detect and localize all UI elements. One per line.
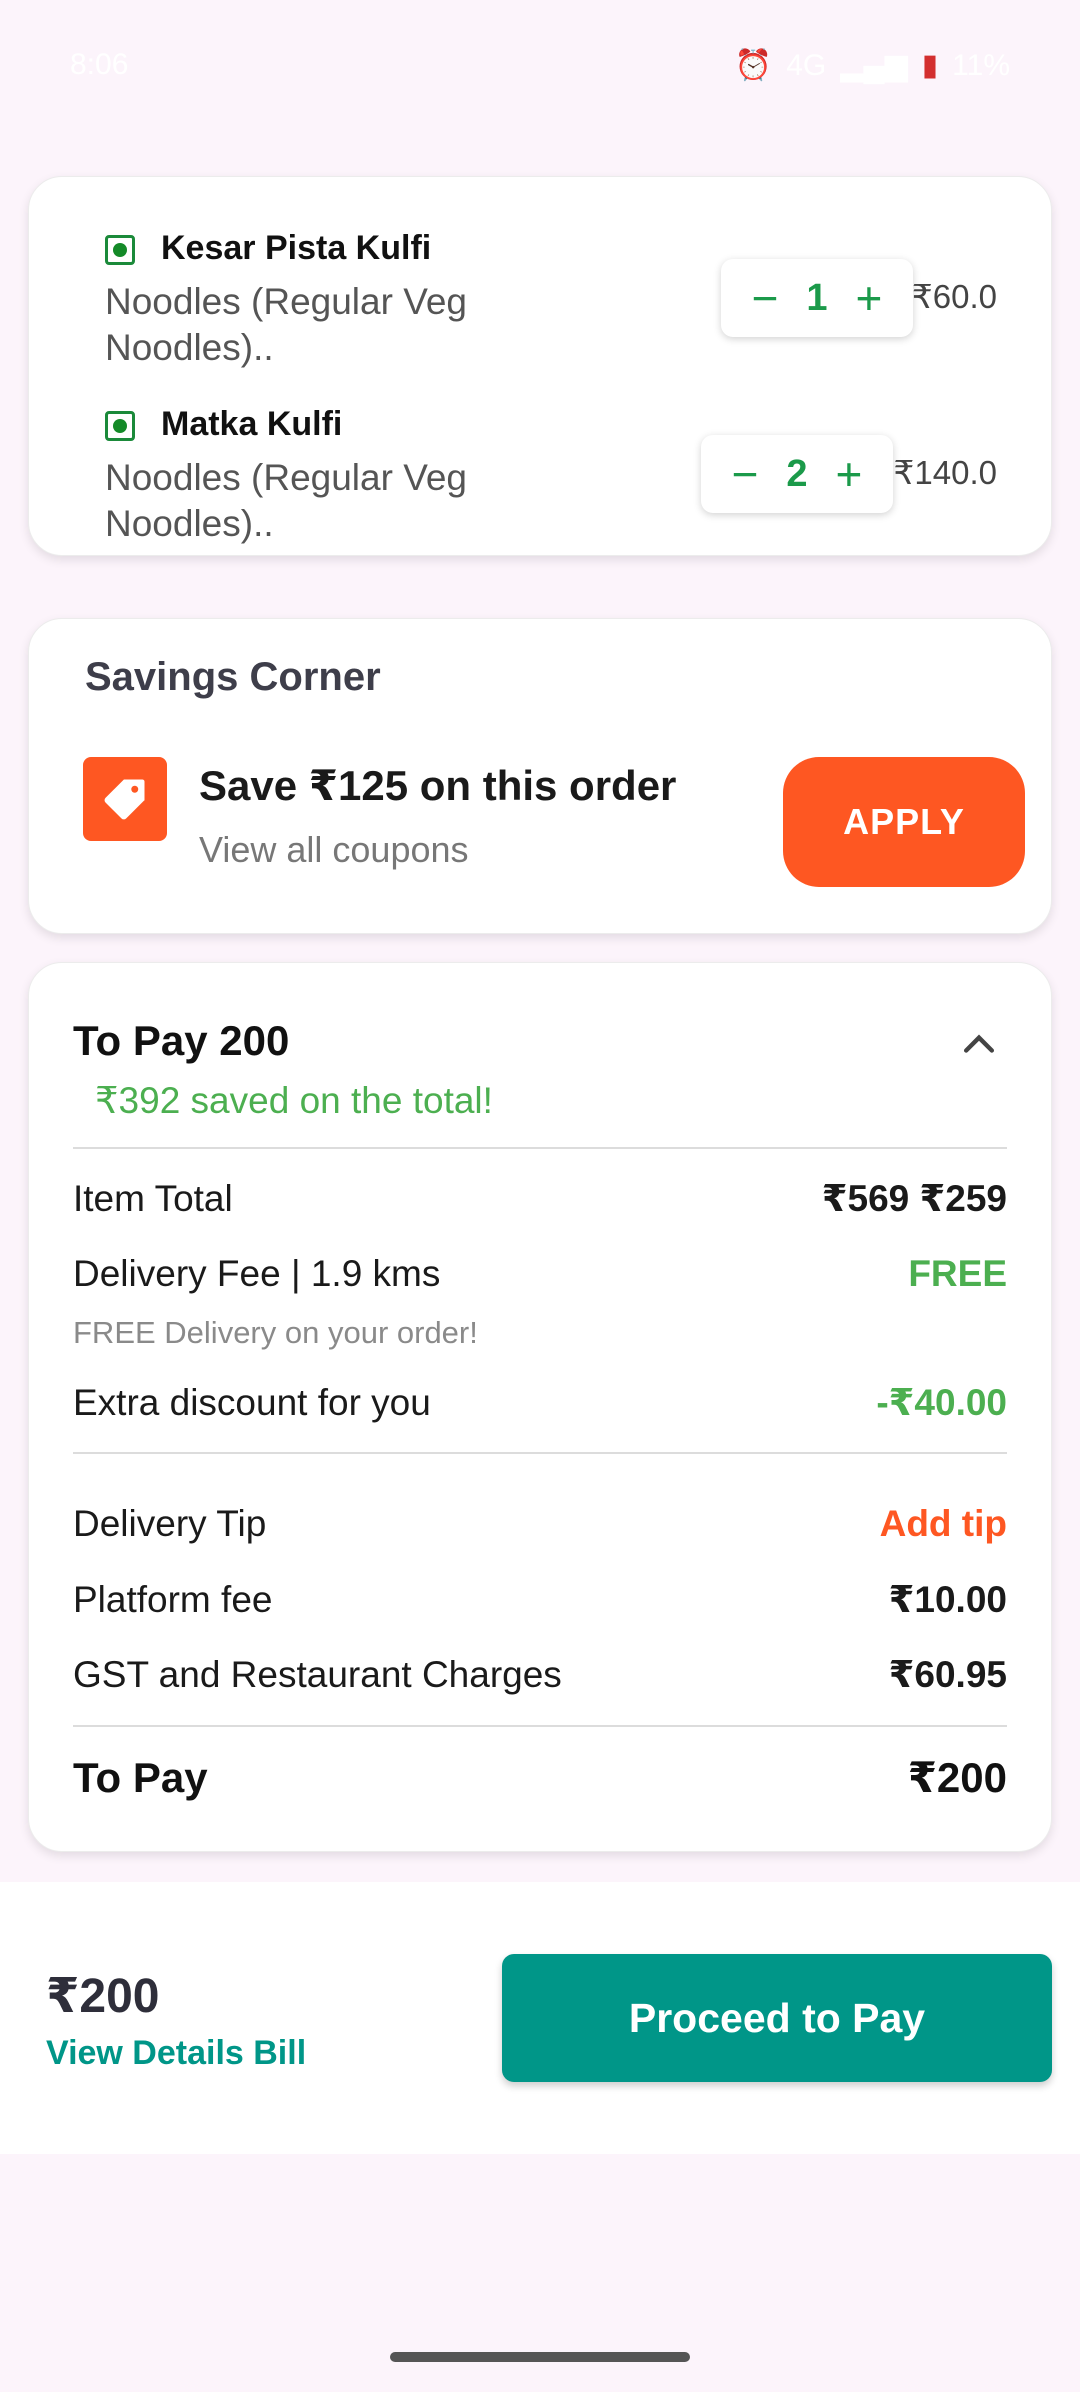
add-tip-button[interactable]: Add tip xyxy=(880,1503,1007,1545)
divider xyxy=(73,1452,1007,1454)
bill-row-platform-fee: Platform fee ₹10.00 xyxy=(73,1578,1007,1621)
bill-value: FREE xyxy=(908,1253,1007,1294)
bill-details-card: To Pay 200 ₹392 saved on the total! Item… xyxy=(28,962,1052,1852)
veg-indicator-icon xyxy=(105,411,135,441)
divider xyxy=(73,1147,1007,1149)
home-indicator[interactable] xyxy=(390,2352,690,2362)
cart-items-card: Kesar Pista Kulfi Noodles (Regular Veg N… xyxy=(28,176,1052,556)
bill-total-row: To Pay ₹200 xyxy=(73,1753,1007,1802)
free-delivery-note: FREE Delivery on your order! xyxy=(73,1315,478,1350)
item-price: ₹140.0 xyxy=(893,454,997,491)
item-name: Kesar Pista Kulfi xyxy=(161,229,432,267)
view-details-bill-link[interactable]: View Details Bill xyxy=(46,2034,306,2073)
savings-corner-card: Savings Corner Save ₹125 on this order V… xyxy=(28,618,1052,934)
quantity-value: 2 xyxy=(786,452,808,495)
bill-label: Delivery Tip xyxy=(73,1503,267,1544)
bill-row-gst: GST and Restaurant Charges ₹60.95 xyxy=(73,1653,1007,1696)
increase-quantity-button[interactable]: + xyxy=(849,275,889,321)
divider xyxy=(73,1725,1007,1727)
bill-label: Extra discount for you xyxy=(73,1381,431,1423)
checkout-amount: ₹200 xyxy=(46,1970,160,2023)
bill-value: ₹60.95 xyxy=(888,1654,1007,1695)
bill-header-title: To Pay 200 xyxy=(73,1017,290,1064)
increase-quantity-button[interactable]: + xyxy=(829,451,869,497)
savings-summary: ₹392 saved on the total! xyxy=(95,1080,493,1121)
bill-label: Platform fee xyxy=(73,1578,273,1620)
bill-value: ₹10.00 xyxy=(888,1579,1007,1620)
bill-label: Delivery Fee | 1.9 kms xyxy=(73,1253,441,1294)
decrease-quantity-button[interactable]: − xyxy=(725,451,765,497)
bill-value: -₹40.00 xyxy=(876,1382,1007,1423)
cart-item: Kesar Pista Kulfi Noodles (Regular Veg N… xyxy=(77,229,997,385)
alarm-icon: ⏰ xyxy=(734,49,773,82)
bill-value: ₹569 ₹259 xyxy=(821,1178,1007,1219)
coupon-tag-icon xyxy=(83,757,167,841)
item-price: ₹60.0 xyxy=(911,278,997,315)
item-description: Noodles (Regular Veg Noodles).. xyxy=(105,457,467,544)
total-label: To Pay xyxy=(73,1753,208,1801)
item-description: Noodles (Regular Veg Noodles).. xyxy=(105,281,467,368)
chevron-up-icon[interactable] xyxy=(957,1023,1001,1067)
quantity-stepper: − 1 + xyxy=(721,259,913,337)
battery-icon: ▮ xyxy=(921,49,939,82)
view-all-coupons-link[interactable]: View all coupons xyxy=(199,829,469,871)
battery-label: 11% xyxy=(952,48,1010,82)
quantity-stepper: − 2 + xyxy=(701,435,893,513)
quantity-value: 1 xyxy=(806,276,828,319)
status-icons: ⏰ 4G ▂▄▆ ▮ 11% xyxy=(735,48,1010,83)
savings-title: Savings Corner xyxy=(85,655,381,699)
apply-coupon-button[interactable]: APPLY xyxy=(783,757,1025,887)
network-label: 4G xyxy=(786,48,827,82)
total-value: ₹200 xyxy=(907,1754,1007,1801)
decrease-quantity-button[interactable]: − xyxy=(745,275,785,321)
item-name: Matka Kulfi xyxy=(161,405,343,443)
status-bar: 8:06 ⏰ 4G ▂▄▆ ▮ 11% xyxy=(0,0,1080,130)
bill-row-extra-discount: Extra discount for you -₹40.00 xyxy=(73,1381,1007,1424)
bill-row-delivery-fee: Delivery Fee | 1.9 kms FREE xyxy=(73,1253,1007,1295)
status-time: 8:06 xyxy=(70,48,129,81)
cart-item: Matka Kulfi Noodles (Regular Veg Noodles… xyxy=(77,405,997,555)
checkout-bar: ₹200 View Details Bill Proceed to Pay xyxy=(0,1882,1080,2154)
proceed-to-pay-button[interactable]: Proceed to Pay xyxy=(502,1954,1052,2082)
signal-icon: ▂▄▆ xyxy=(840,49,908,82)
veg-indicator-icon xyxy=(105,235,135,265)
bill-label: Item Total xyxy=(73,1177,233,1219)
bill-label: GST and Restaurant Charges xyxy=(73,1653,562,1695)
coupon-offer-text: Save ₹125 on this order xyxy=(199,762,677,809)
bill-row-delivery-tip: Delivery Tip Add tip xyxy=(73,1503,1007,1545)
bill-row-item-total: Item Total ₹569 ₹259 xyxy=(73,1177,1007,1220)
